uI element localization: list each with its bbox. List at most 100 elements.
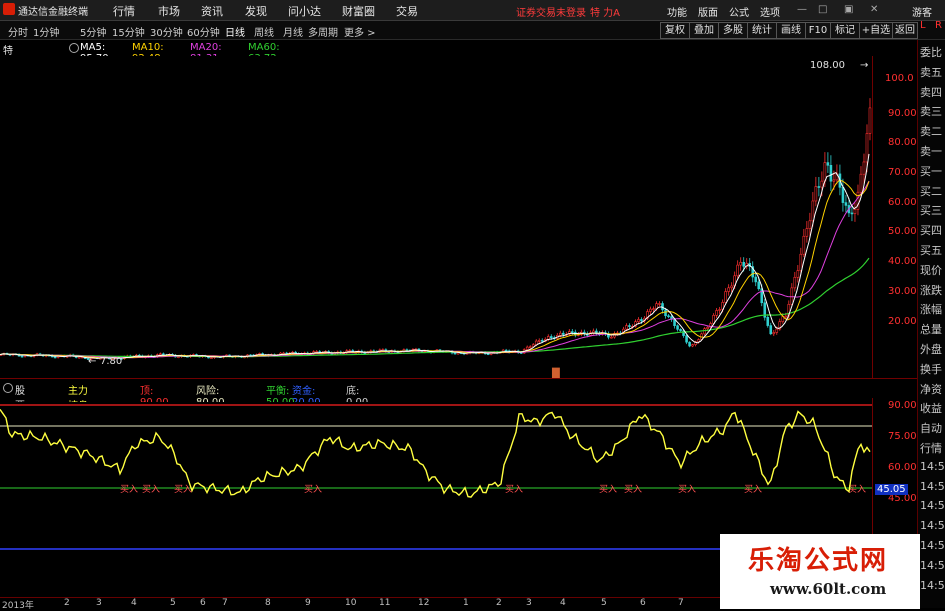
candle-body <box>685 335 688 343</box>
price-chart[interactable]: 108.00 → ← 7.80 █ <box>0 56 872 378</box>
period-15min[interactable]: 15分钟 <box>112 24 145 39</box>
candle-body <box>790 287 794 305</box>
period-toolbar: 分时 1分钟 5分钟 15分钟 30分钟 60分钟 日线 周线 月线 多周期 更… <box>0 21 945 40</box>
indicator-settings-icon[interactable] <box>3 383 13 393</box>
menu-faxian[interactable]: 发现 <box>245 3 267 19</box>
period-60min[interactable]: 60分钟 <box>187 24 220 39</box>
side-item-4: 卖二 <box>920 125 942 139</box>
side-top-l-icon[interactable]: L <box>920 20 926 31</box>
legend-settings-icon[interactable] <box>69 43 79 53</box>
candle-body <box>486 353 490 355</box>
candle-body <box>805 228 809 237</box>
candle-body <box>757 281 761 290</box>
close-icon[interactable]: ✕ <box>870 4 878 15</box>
fuquan-button[interactable]: 复权 <box>660 22 690 39</box>
menu-zixun[interactable]: 资讯 <box>201 3 223 19</box>
menu-caifuquan[interactable]: 财富圈 <box>342 3 375 19</box>
period-weekly[interactable]: 周线 <box>254 24 274 39</box>
stats-button[interactable]: 统计 <box>747 22 777 39</box>
period-daily[interactable]: 日线 <box>225 24 245 39</box>
period-more[interactable]: 更多 > <box>344 24 376 39</box>
menu-xuanxiang[interactable]: 选项 <box>760 4 780 19</box>
candle-body <box>649 308 652 312</box>
low-price-arrow: ← <box>88 356 96 367</box>
menu-gongneng[interactable]: 功能 <box>667 4 687 19</box>
indicator-chart[interactable]: 买入 买入 买入 买入 买入 买入 买入 买入 买入 买入 <box>0 402 872 550</box>
candle-body <box>534 340 538 346</box>
candle-body <box>691 344 694 347</box>
price-tick-20: 20.00 <box>888 316 917 327</box>
buy-signal-label: 买入 <box>848 484 866 495</box>
side-item-3: 卖三 <box>920 105 942 119</box>
candle-body <box>504 349 508 352</box>
date-tick-12: 1 <box>463 598 469 608</box>
draw-line-button[interactable]: 画线 <box>776 22 806 39</box>
price-axis: 100.0 90.00 80.00 70.00 60.00 50.00 40.0… <box>872 56 918 378</box>
candle-body <box>808 220 812 229</box>
date-tick-14: 3 <box>526 598 532 608</box>
menu-banmian[interactable]: 版面 <box>698 4 718 19</box>
menu-wenxiaoda[interactable]: 问小达 <box>288 3 321 19</box>
side-item-27: 14:56 <box>920 578 945 592</box>
candle-body <box>159 353 162 356</box>
menu-shichang[interactable]: 市场 <box>158 3 180 19</box>
candle-body <box>77 356 81 359</box>
menu-gongshi[interactable]: 公式 <box>729 4 749 19</box>
period-multi[interactable]: 多周期 <box>308 24 338 39</box>
minimize-icon[interactable]: — <box>797 4 807 15</box>
side-item-6: 买一 <box>920 164 942 178</box>
candle-body <box>754 276 758 283</box>
side-item-19[interactable]: 自动 <box>920 420 942 436</box>
candle-body <box>727 287 730 292</box>
menu-jiaoyi[interactable]: 交易 <box>396 3 418 19</box>
candle-body <box>832 179 836 182</box>
candle-body <box>637 319 640 322</box>
date-tick-8: 9 <box>305 598 311 608</box>
date-tick-18: 7 <box>678 598 684 608</box>
period-fenshi[interactable]: 分时 <box>8 24 28 39</box>
login-warning[interactable]: 证券交易未登录 <box>516 4 586 19</box>
candle-body <box>799 253 803 271</box>
multi-stock-button[interactable]: 多股 <box>718 22 748 39</box>
candle-body <box>715 310 718 316</box>
restore-icon[interactable]: ▣ <box>844 4 853 15</box>
side-item-20[interactable]: 行情 <box>920 440 942 456</box>
overlay-button[interactable]: 叠加 <box>689 22 719 39</box>
candle-body <box>769 325 773 335</box>
indicator-axis: 90.00 75.00 60.00 45.00 45.05 <box>872 398 918 550</box>
price-tick-50: 50.00 <box>888 226 917 237</box>
menu-hangqing[interactable]: 行情 <box>113 3 135 19</box>
candle-body <box>640 319 643 322</box>
period-5min[interactable]: 5分钟 <box>80 24 106 39</box>
back-button[interactable]: 返回 <box>892 22 918 39</box>
candle-body <box>537 340 541 342</box>
buy-signal-label: 买入 <box>599 484 617 495</box>
side-item-23: 14:56 <box>920 499 945 513</box>
candle-body <box>664 309 667 317</box>
side-item-12: 涨跌 <box>920 283 942 297</box>
maximize-icon[interactable]: □ <box>818 4 827 15</box>
candle-body <box>453 352 457 355</box>
period-30min[interactable]: 30分钟 <box>150 24 183 39</box>
mark-button[interactable]: 标记 <box>830 22 860 39</box>
candle-body <box>561 332 565 335</box>
candle-body <box>772 332 776 335</box>
low-price-label: 7.80 <box>100 356 122 367</box>
high-price-label: 108.00 <box>810 60 845 71</box>
date-tick-10: 11 <box>379 598 391 608</box>
candle-body <box>667 315 670 318</box>
candle-body <box>736 264 739 277</box>
period-monthly[interactable]: 月线 <box>283 24 303 39</box>
side-top-r-icon[interactable]: R <box>935 20 942 31</box>
pane-divider[interactable] <box>0 378 917 379</box>
side-item-7: 买二 <box>920 184 942 198</box>
side-item-13: 涨幅 <box>920 303 942 317</box>
side-item-24: 14:56 <box>920 519 945 533</box>
candle-body <box>706 326 709 329</box>
add-watchlist-button[interactable]: +自选 <box>859 22 893 39</box>
side-item-10: 买五 <box>920 244 942 257</box>
candle-body <box>718 309 721 311</box>
f10-button[interactable]: F10 <box>805 22 831 39</box>
period-1min[interactable]: 1分钟 <box>33 24 59 39</box>
guest-button[interactable]: 游客 <box>912 4 932 19</box>
